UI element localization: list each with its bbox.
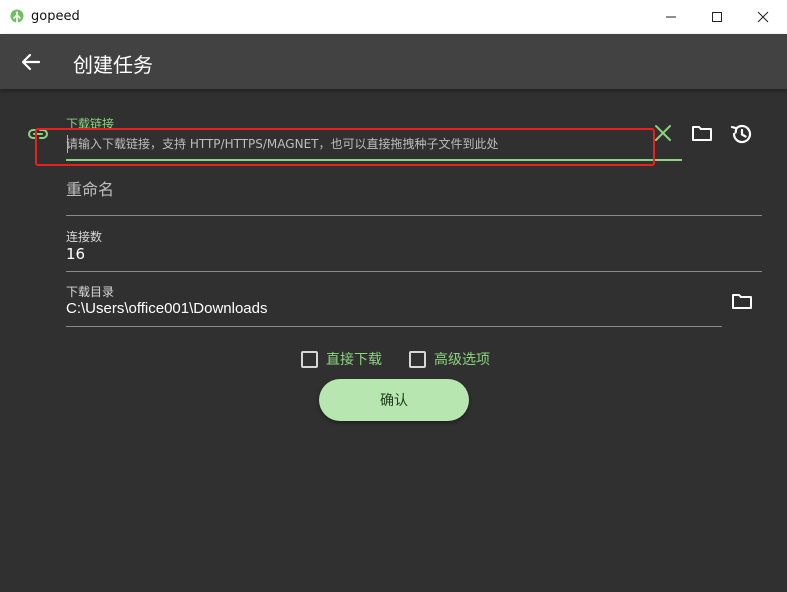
download-directory-input[interactable]: C:\Users\office001\Downloads bbox=[66, 300, 268, 317]
connections-label: 连接数 bbox=[66, 230, 103, 244]
url-input[interactable] bbox=[66, 133, 651, 155]
page-title: 创建任务 bbox=[73, 53, 153, 77]
window-title: gopeed bbox=[31, 9, 80, 24]
minimize-button[interactable] bbox=[648, 0, 694, 34]
download-directory-label: 下载目录 bbox=[66, 285, 115, 299]
history-icon bbox=[729, 121, 755, 147]
arrow-left-icon bbox=[21, 52, 41, 72]
back-button[interactable] bbox=[18, 49, 44, 75]
advanced-options-label[interactable]: 高级选项 bbox=[434, 349, 490, 369]
connections-field-underline bbox=[66, 271, 762, 272]
rename-input[interactable] bbox=[66, 176, 762, 202]
history-button[interactable] bbox=[729, 121, 755, 147]
link-icon bbox=[26, 122, 50, 146]
direct-download-option[interactable]: 直接下载 bbox=[301, 349, 382, 369]
folder-icon bbox=[690, 121, 714, 145]
text-caret bbox=[67, 135, 68, 153]
folder-icon bbox=[730, 289, 754, 313]
select-torrent-file-button[interactable] bbox=[690, 121, 714, 145]
close-icon bbox=[652, 122, 674, 144]
advanced-options-option[interactable]: 高级选项 bbox=[409, 349, 490, 369]
clear-url-button[interactable] bbox=[652, 122, 674, 144]
confirm-button[interactable]: 确认 bbox=[319, 379, 469, 421]
connections-input[interactable]: 16 bbox=[66, 245, 85, 263]
url-field-label: 下载链接 bbox=[66, 117, 115, 131]
advanced-options-checkbox[interactable] bbox=[409, 350, 426, 368]
select-directory-button[interactable] bbox=[730, 289, 754, 313]
direct-download-label[interactable]: 直接下载 bbox=[326, 349, 382, 369]
app-bar: 创建任务 bbox=[0, 34, 787, 89]
window-titlebar: gopeed bbox=[0, 0, 787, 34]
direct-download-checkbox[interactable] bbox=[301, 350, 318, 368]
directory-field-underline bbox=[66, 326, 722, 327]
gopeed-logo-icon bbox=[9, 9, 25, 25]
url-field-underline bbox=[66, 159, 682, 161]
rename-field-underline bbox=[66, 215, 762, 216]
maximize-button[interactable] bbox=[694, 0, 740, 34]
close-button[interactable] bbox=[740, 0, 786, 34]
